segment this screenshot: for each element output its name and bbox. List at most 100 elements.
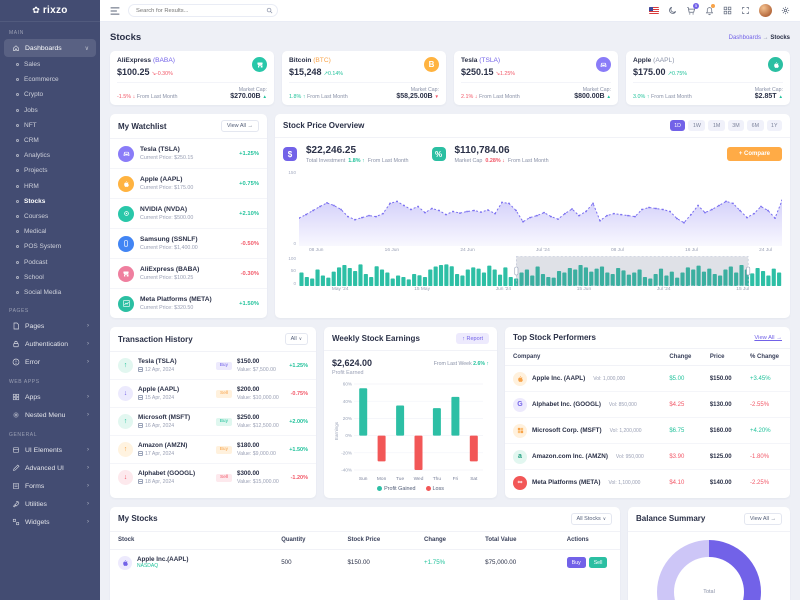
range-1d[interactable]: 1D [670,120,686,131]
watchlist-pct: -0.30% [241,271,259,277]
sidebar-item-forms[interactable]: Forms› [4,477,96,495]
sidebar-item-ui-elements[interactable]: UI Elements› [4,441,96,459]
svg-text:60%: 60% [343,381,352,386]
report-button[interactable]: ↑ Report [456,333,489,344]
alert-icon [11,358,20,367]
amazon-icon: a [513,450,527,464]
my-stocks-filter-dropdown[interactable]: All Stocks∨ [571,513,612,525]
fullscreen-icon[interactable] [741,6,750,15]
sidebar-item-nft[interactable]: NFT [0,118,100,133]
watchlist-row-tesla[interactable]: Tesla (TSLA)Current Price: $250.15 +1.25… [110,139,267,169]
market-cap: $2.85T [755,93,783,100]
watchlist-card: My Watchlist View All → Tesla (TSLA)Curr… [110,114,267,318]
performer-row-meta[interactable]: ∞Meta Platforms (META)Vol: 1,100,000 $4.… [505,470,790,496]
performers-view-all-link[interactable]: View All → [754,335,782,341]
google-icon: G [513,398,527,412]
profit-amount: $2,624.00 [332,358,372,368]
overview-title: Stock Price Overview [283,121,364,130]
svg-text:Earnings: Earnings [334,421,339,440]
range-1w[interactable]: 1W [688,120,705,131]
cart-icon[interactable]: 5 [686,6,696,16]
search-icon[interactable] [266,7,273,14]
sidebar-item-podcast[interactable]: Podcast [0,254,100,269]
sidebar-item-widgets[interactable]: Widgets› [4,513,96,531]
watchlist-view-all-button[interactable]: View All → [221,120,259,132]
month-change: 2.1% [461,94,473,100]
sidebar-item-social-media[interactable]: Social Media [0,285,100,300]
section-label-general: GENERAL [0,424,100,441]
avatar[interactable] [759,4,772,17]
sidebar-item-sales[interactable]: Sales [0,57,100,72]
calendar-icon [138,423,143,428]
language-flag-icon[interactable] [649,7,659,14]
sidebar-item-ecommerce[interactable]: Ecommerce [0,72,100,87]
sidebar: ✿ rixzo MAIN Dashboards ∨ Sales Ecommerc… [0,0,100,600]
sidebar-item-utilities[interactable]: Utilities› [4,495,96,513]
transaction-row-alphabet[interactable]: Alphabet (GOOGL)18 Apr, 2024 Sell $300.0… [110,464,316,491]
apps-grid-icon[interactable] [723,6,732,15]
watchlist-row-meta[interactable]: Meta Platforms (META)Current Price: $320… [110,289,267,318]
notifications-bell-icon[interactable] [705,6,714,16]
search-input[interactable] [128,4,278,17]
sidebar-item-crypto[interactable]: Crypto [0,87,100,102]
sidebar-item-apps[interactable]: Apps› [4,388,96,406]
sell-button[interactable]: Sell [589,557,608,568]
sidebar-item-courses[interactable]: Courses [0,209,100,224]
performer-row-amazon[interactable]: aAmazon.com Inc. (AMZN)Vol: 950,000 $3.9… [505,444,790,470]
transaction-row-apple[interactable]: Apple (AAPL)15 Apr, 2024 Sell $200.00Val… [110,380,316,408]
microsoft-icon [513,424,527,438]
stat-card-tesla: Tesla (TSLA) $250.151.25% 2.1% From Last… [454,51,618,105]
topbar: 5 [100,0,800,22]
sidebar-item-school[interactable]: School [0,270,100,285]
transactions-filter-dropdown[interactable]: All∨ [285,333,308,345]
sidebar-item-error[interactable]: Error› [4,353,96,371]
watchlist-row-aliexpress[interactable]: AliExpress (BABA)Current Price: $100.25 … [110,259,267,289]
range-1m[interactable]: 1M [708,120,724,131]
sidebar-item-pages[interactable]: Pages› [4,317,96,335]
settings-gear-icon[interactable] [781,6,790,15]
buy-badge: Buy [216,446,232,454]
performer-row-alphabet[interactable]: GAlphabet Inc. (GOOGL)Vol: 850,000 $4.25… [505,392,790,418]
sidebar-item-hrm[interactable]: HRM [0,179,100,194]
sidebar-item-dashboards[interactable]: Dashboards ∨ [4,39,96,57]
sidebar-item-advanced-ui[interactable]: Advanced UI› [4,459,96,477]
home-icon [11,44,20,53]
ticker: (BABA) [153,57,175,64]
sidebar-item-nested-menu[interactable]: Nested Menu› [4,406,96,424]
wrench-icon [11,500,20,509]
svg-text:Wed: Wed [414,476,424,482]
watchlist-row-apple[interactable]: Apple (AAPL)Current Price: $175.00 +0.75… [110,169,267,199]
sidebar-item-pos-system[interactable]: POS System [0,239,100,254]
balance-summary-card: Balance Summary View All → Total [628,507,790,600]
performer-row-microsoft[interactable]: Microsoft Corp. (MSFT)Vol: 1,200,000 $6.… [505,418,790,444]
watchlist-row-nvidia[interactable]: NVIDIA (NVDA)Current Price: $500.00 +2.1… [110,199,267,229]
range-6m[interactable]: 6M [747,120,763,131]
breadcrumb-dashboards[interactable]: Dashboards [729,35,761,41]
sidebar-item-medical[interactable]: Medical [0,224,100,239]
transaction-row-amazon[interactable]: Amazon (AMZN)17 Apr, 2024 Buy $180.00Val… [110,436,316,464]
transaction-row-microsoft[interactable]: Microsoft (MSFT)16 Apr, 2024 Buy $250.00… [110,408,316,436]
dark-mode-icon[interactable] [668,6,677,15]
investment-pct: 1.8% [348,158,360,164]
volume-brush-chart[interactable] [299,256,782,286]
sidebar-item-authentication[interactable]: Authentication› [4,335,96,353]
col-stock: Stock [110,532,273,550]
compare-button[interactable]: + Compare [727,147,782,161]
buy-badge: Buy [216,418,232,426]
logo[interactable]: ✿ rixzo [0,0,100,22]
balance-view-all-button[interactable]: View All → [744,513,782,525]
transaction-row-tesla[interactable]: Tesla (TSLA)12 Apr, 2024 Buy $150.00Valu… [110,352,316,380]
watchlist-row-samsung[interactable]: Samsung (SSNLF)Current Price: $1,400.00 … [110,229,267,259]
legend-dot-loss [426,486,431,491]
performer-row-apple[interactable]: Apple Inc. (AAPL)Vol: 1,000,000 $5.00 $1… [505,366,790,392]
range-3m[interactable]: 3M [728,120,744,131]
sidebar-item-analytics[interactable]: Analytics [0,148,100,163]
menu-toggle-icon[interactable] [110,7,120,15]
range-1y[interactable]: 1Y [767,120,782,131]
sidebar-item-crm[interactable]: CRM [0,133,100,148]
sidebar-item-jobs[interactable]: Jobs [0,103,100,118]
sidebar-item-projects[interactable]: Projects [0,163,100,178]
sidebar-item-stocks[interactable]: Stocks [0,194,100,209]
buy-button[interactable]: Buy [567,557,586,568]
market-cap-value: $110,784.06 [455,145,549,156]
